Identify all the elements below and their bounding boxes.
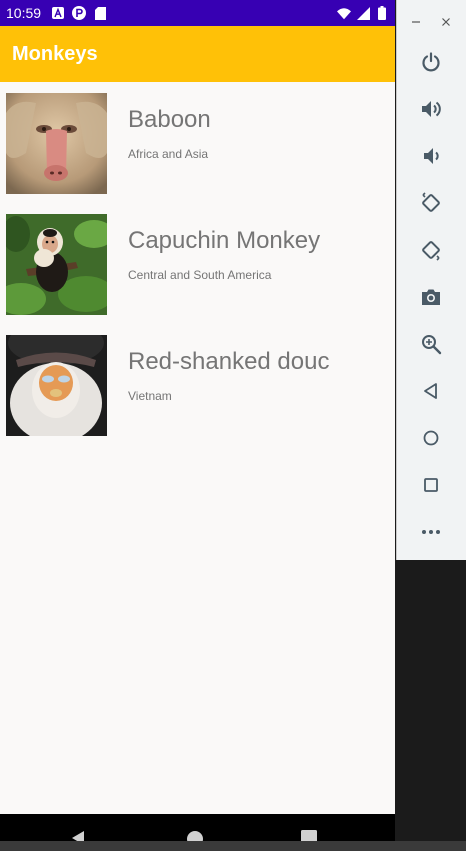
emulator-window: 10:59 Monkeys Baboon Africa and Asia Cap… bbox=[0, 0, 466, 851]
battery-icon bbox=[375, 6, 389, 20]
wifi-icon bbox=[337, 6, 351, 20]
volume-down-icon[interactable] bbox=[418, 143, 444, 169]
sd-card-icon bbox=[93, 6, 107, 20]
monkey-location: Africa and Asia bbox=[128, 147, 209, 161]
zoom-icon[interactable] bbox=[418, 331, 444, 357]
monkey-list[interactable]: Baboon Africa and Asia Capuchin Monkey C… bbox=[0, 82, 395, 445]
capuchin-photo bbox=[6, 214, 107, 315]
volume-up-icon[interactable] bbox=[418, 96, 444, 122]
rotate-right-icon[interactable] bbox=[418, 237, 444, 263]
monkey-name: Red-shanked douc bbox=[128, 348, 330, 375]
more-icon[interactable] bbox=[418, 519, 444, 545]
monkey-name: Baboon bbox=[128, 106, 211, 133]
overview-icon[interactable] bbox=[418, 472, 444, 498]
window-bottom-edge bbox=[0, 841, 466, 851]
phone-screen: 10:59 Monkeys Baboon Africa and Asia Cap… bbox=[0, 0, 395, 851]
close-icon[interactable] bbox=[438, 14, 454, 30]
list-item[interactable]: Baboon Africa and Asia bbox=[0, 82, 395, 203]
power-icon[interactable] bbox=[418, 49, 444, 75]
list-item[interactable]: Capuchin Monkey Central and South Americ… bbox=[0, 203, 395, 324]
app-title: Monkeys bbox=[12, 42, 98, 65]
home-icon[interactable] bbox=[418, 425, 444, 451]
monkey-location: Central and South America bbox=[128, 268, 272, 282]
status-bar: 10:59 bbox=[0, 0, 395, 26]
baboon-photo bbox=[6, 93, 107, 194]
app-bar: Monkeys bbox=[0, 26, 395, 82]
desktop-background bbox=[396, 560, 466, 841]
status-time: 10:59 bbox=[6, 5, 42, 21]
notification-p-icon bbox=[72, 6, 87, 20]
system-icons bbox=[337, 6, 389, 20]
notification-a-icon bbox=[51, 6, 65, 20]
cell-signal-icon bbox=[356, 6, 370, 20]
notification-icons bbox=[51, 6, 107, 20]
emulator-toolbar bbox=[396, 0, 466, 560]
douc-photo bbox=[6, 335, 107, 436]
camera-icon[interactable] bbox=[418, 284, 444, 310]
back-icon[interactable] bbox=[418, 378, 444, 404]
monkey-location: Vietnam bbox=[128, 389, 172, 403]
rotate-left-icon[interactable] bbox=[418, 190, 444, 216]
monkey-name: Capuchin Monkey bbox=[128, 227, 321, 254]
list-item[interactable]: Red-shanked douc Vietnam bbox=[0, 324, 395, 445]
minimize-icon[interactable] bbox=[408, 14, 424, 30]
